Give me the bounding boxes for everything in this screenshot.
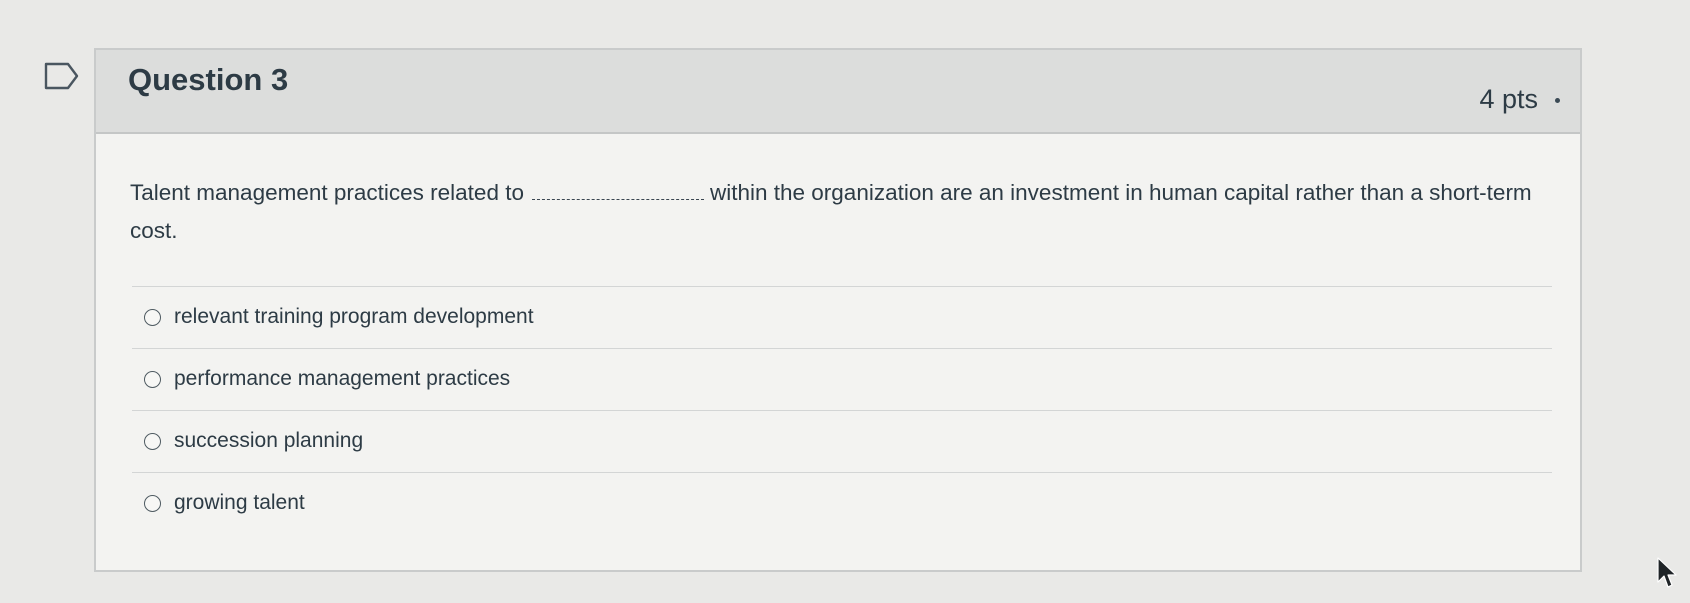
question-title: Question 3 [128,62,289,97]
question-text: Talent management practices related to wi… [130,174,1570,250]
points-dot-icon [1555,98,1560,103]
answer-list: relevant training program development pe… [132,286,1552,534]
fill-in-blank [531,181,704,200]
radio-button-icon[interactable] [144,433,161,450]
answer-option[interactable]: relevant training program development [132,286,1552,348]
radio-button-icon[interactable] [144,371,161,388]
question-text-before: Talent management practices related to [130,180,524,205]
answer-label[interactable]: growing talent [174,491,305,515]
question-card: Question 3 4 pts Talent management pract… [94,48,1582,572]
answer-label[interactable]: performance management practices [174,367,510,391]
radio-button-icon[interactable] [144,495,161,512]
answer-option[interactable]: succession planning [132,410,1552,472]
answer-label[interactable]: relevant training program development [174,305,534,329]
answer-option[interactable]: growing talent [132,472,1552,534]
question-header: Question 3 4 pts [96,50,1580,134]
bookmark-flag-icon[interactable] [44,62,80,90]
radio-button-icon[interactable] [144,309,161,326]
mouse-cursor-icon [1657,557,1677,588]
answer-label[interactable]: succession planning [174,429,363,453]
question-points: 4 pts [1479,84,1538,114]
answer-option[interactable]: performance management practices [132,348,1552,410]
